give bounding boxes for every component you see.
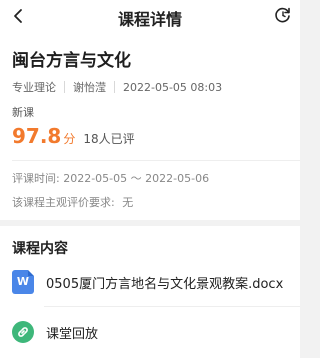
course-meta-row: 专业理论 谢怡滢 2022-05-05 08:03	[12, 79, 222, 95]
doc-badge: W	[16, 275, 30, 288]
review-period-row: 评课时间: 2022-05-05 ～ 2022-05-06	[12, 170, 209, 186]
course-title: 闽台方言与文化	[12, 51, 131, 71]
divider	[12, 160, 300, 161]
score-row: 97.8 分 18人已评	[12, 124, 135, 148]
refresh-icon[interactable]	[274, 6, 292, 24]
meta-divider	[64, 81, 65, 93]
subjective-requirement-row: 该课程主观评价要求: 无	[12, 194, 133, 210]
section-title: 课程内容	[12, 241, 68, 257]
word-doc-icon: W	[12, 270, 34, 294]
list-item-doc[interactable]: W 0505厦门方言地名与文化景观教案.docx	[0, 264, 300, 300]
divider	[44, 306, 300, 307]
course-datetime: 2022-05-05 08:03	[123, 80, 223, 94]
review-period-label: 评课时间:	[12, 172, 60, 185]
course-info-card: 闽台方言与文化 专业理论 谢怡滢 2022-05-05 08:03 新课 97.…	[0, 32, 300, 220]
list-item-replay[interactable]: 课堂回放	[0, 314, 300, 350]
reviewer-count: 18人已评	[83, 132, 135, 146]
course-score: 97.8	[12, 124, 62, 148]
page-title: 课程详情	[117, 10, 182, 29]
doc-label: 0505厦门方言地名与文化景观教案.docx	[46, 276, 284, 292]
link-icon	[12, 321, 34, 343]
subjective-requirement-label: 该课程主观评价要求:	[12, 196, 115, 209]
score-unit: 分	[63, 132, 76, 146]
course-category: 专业理论	[12, 81, 56, 94]
top-nav-bar: 课程详情	[0, 0, 300, 32]
course-content-card: 课程内容 W 0505厦门方言地名与文化景观教案.docx 课堂回放	[0, 226, 300, 358]
review-period-value: 2022-05-05 ～ 2022-05-06	[63, 172, 210, 185]
course-teacher: 谢怡滢	[73, 81, 106, 94]
new-course-tag: 新课	[12, 106, 34, 119]
subjective-requirement-value: 无	[122, 196, 134, 209]
meta-divider	[114, 81, 115, 93]
replay-label: 课堂回放	[46, 326, 99, 342]
